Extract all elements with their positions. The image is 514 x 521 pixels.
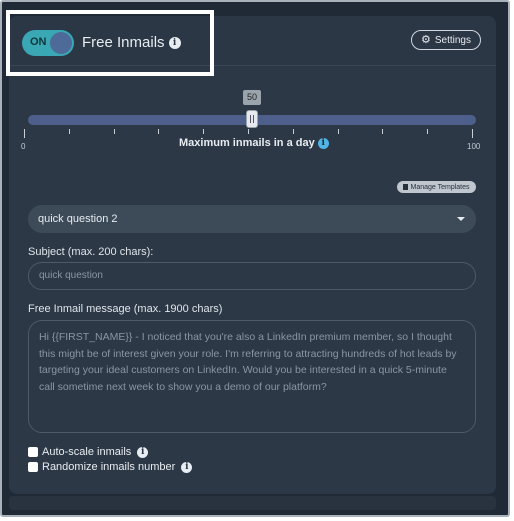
gear-icon: ⚙ (420, 33, 431, 46)
subject-input-value: quick question (39, 270, 103, 281)
subject-label: Subject (max. 200 chars): (28, 246, 154, 258)
slider-min-label: 0 (21, 142, 26, 151)
randomize-label: Randomize inmails number (42, 461, 176, 473)
manage-templates-button[interactable]: Manage Templates (397, 181, 476, 193)
toggle-knob (50, 32, 72, 54)
slider-tick (203, 129, 205, 134)
chevron-down-icon (457, 217, 465, 221)
message-line: Hi {{FIRST_NAME}} - I noticed that you'r… (39, 331, 452, 343)
auto-scale-checkbox[interactable] (28, 447, 38, 457)
slider-tick (248, 129, 249, 134)
slider-tick (68, 129, 70, 134)
template-select-value: quick question 2 (38, 213, 118, 225)
section-title: Free Inmails i (82, 34, 181, 51)
info-icon[interactable]: i (317, 137, 329, 149)
document-icon (403, 184, 409, 190)
template-select[interactable]: quick question 2 (28, 205, 476, 233)
message-line: call sometime next week to show you a de… (39, 380, 327, 393)
toggle-state-label: ON (30, 36, 47, 48)
slider-max-label: 100 (467, 142, 481, 151)
slider-caption-text: Maximum inmails in a day (179, 137, 315, 149)
manage-templates-label: Manage Templates (410, 183, 470, 191)
info-icon[interactable]: i (181, 461, 193, 473)
auto-scale-label: Auto-scale inmails (42, 446, 132, 458)
randomize-checkbox[interactable] (28, 462, 38, 472)
settings-button-label: Settings (434, 34, 471, 46)
slider-caption: Maximum inmails in a day i (179, 137, 329, 149)
randomize-option: Randomize inmails number i (28, 461, 193, 473)
message-line: this might be of interest given your rol… (39, 347, 457, 360)
slider-tick (472, 129, 473, 138)
slider-tick (292, 129, 294, 134)
info-icon[interactable]: i (168, 37, 181, 50)
slider-tick (337, 129, 339, 134)
message-label: Free Inmail message (max. 1900 chars) (28, 303, 223, 315)
settings-button[interactable]: ⚙ Settings (411, 30, 481, 50)
message-line: targeting your ideal customers on Linked… (39, 364, 447, 376)
slider-value-badge: 50 (243, 90, 261, 105)
message-textarea[interactable]: Hi {{FIRST_NAME}} - I noticed that you'r… (28, 320, 476, 433)
free-inmails-toggle[interactable]: ON (22, 30, 74, 56)
slider-tick (427, 129, 429, 134)
slider-tick (158, 129, 160, 134)
next-panel-edge (9, 496, 496, 510)
inmails-slider-handle[interactable] (246, 110, 258, 128)
section-title-text: Free Inmails (82, 34, 165, 51)
slider-tick (382, 129, 384, 134)
slider-tick (24, 129, 25, 138)
auto-scale-option: Auto-scale inmails i (28, 446, 149, 458)
slider-tick (113, 129, 115, 134)
subject-input[interactable]: quick question (28, 262, 476, 290)
info-icon[interactable]: i (137, 446, 149, 458)
